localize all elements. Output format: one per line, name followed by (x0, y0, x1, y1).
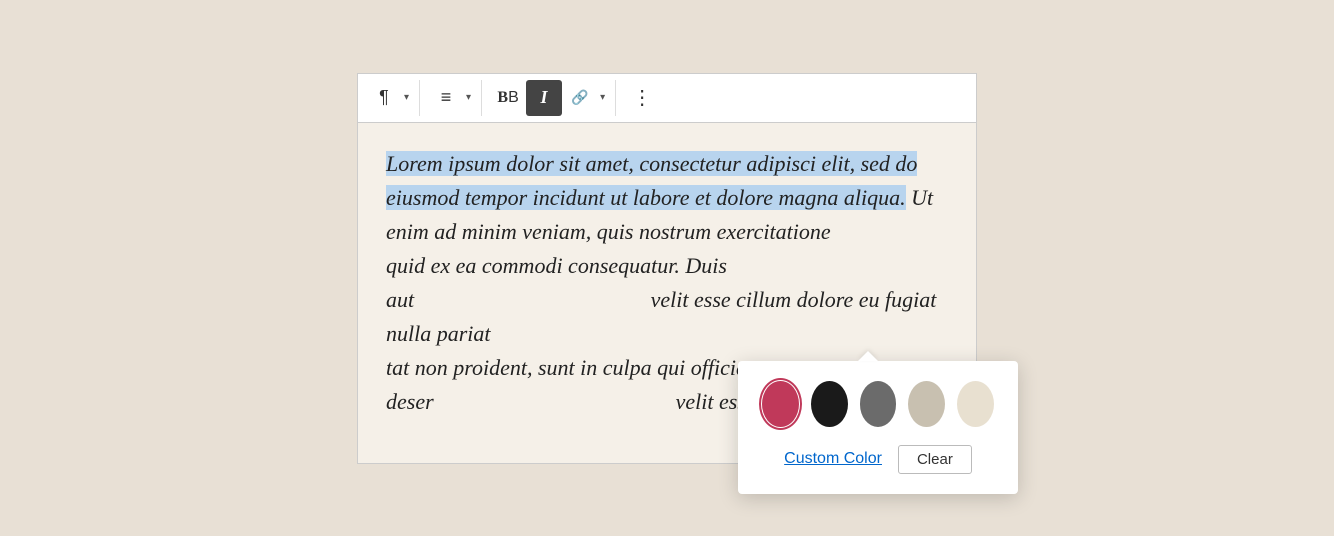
selected-text: Lorem ipsum dolor sit amet, consectetur … (386, 151, 917, 210)
editor-content[interactable]: Lorem ipsum dolor sit amet, consectetur … (358, 123, 976, 463)
toolbar: ▾ ▾ B I ▾ (358, 74, 976, 123)
color-swatch-red[interactable] (762, 381, 799, 427)
custom-color-button[interactable]: Custom Color (784, 450, 882, 468)
bold-button[interactable]: B (490, 80, 526, 116)
editor-container: ▾ ▾ B I ▾ Lorem ipsum dolor sit amet, co… (357, 73, 977, 464)
color-swatch-lightgray[interactable] (908, 381, 945, 427)
toolbar-group-paragraph: ▾ (366, 80, 420, 116)
color-picker-popup: Custom Color Clear (738, 361, 1018, 494)
color-popup-actions: Custom Color Clear (762, 445, 994, 474)
clear-color-button[interactable]: Clear (898, 445, 972, 474)
color-swatch-gray[interactable] (860, 381, 897, 427)
italic-button[interactable]: I (526, 80, 562, 116)
toolbar-group-align: ▾ (428, 80, 482, 116)
toolbar-group-format: B I ▾ (490, 80, 616, 116)
color-swatches (762, 381, 994, 427)
paragraph-button[interactable] (366, 80, 402, 116)
paragraph-chevron[interactable]: ▾ (402, 92, 411, 103)
link-button[interactable] (562, 80, 598, 116)
color-swatch-black[interactable] (811, 381, 848, 427)
link-chevron[interactable]: ▾ (598, 92, 607, 103)
align-button[interactable] (428, 80, 464, 116)
text-line-3-after: velit esse cillum dolore eu fugiat nulla… (386, 287, 936, 346)
align-chevron[interactable]: ▾ (464, 92, 473, 103)
toolbar-group-more (624, 80, 660, 116)
more-button[interactable] (624, 80, 660, 116)
color-swatch-cream[interactable] (957, 381, 994, 427)
